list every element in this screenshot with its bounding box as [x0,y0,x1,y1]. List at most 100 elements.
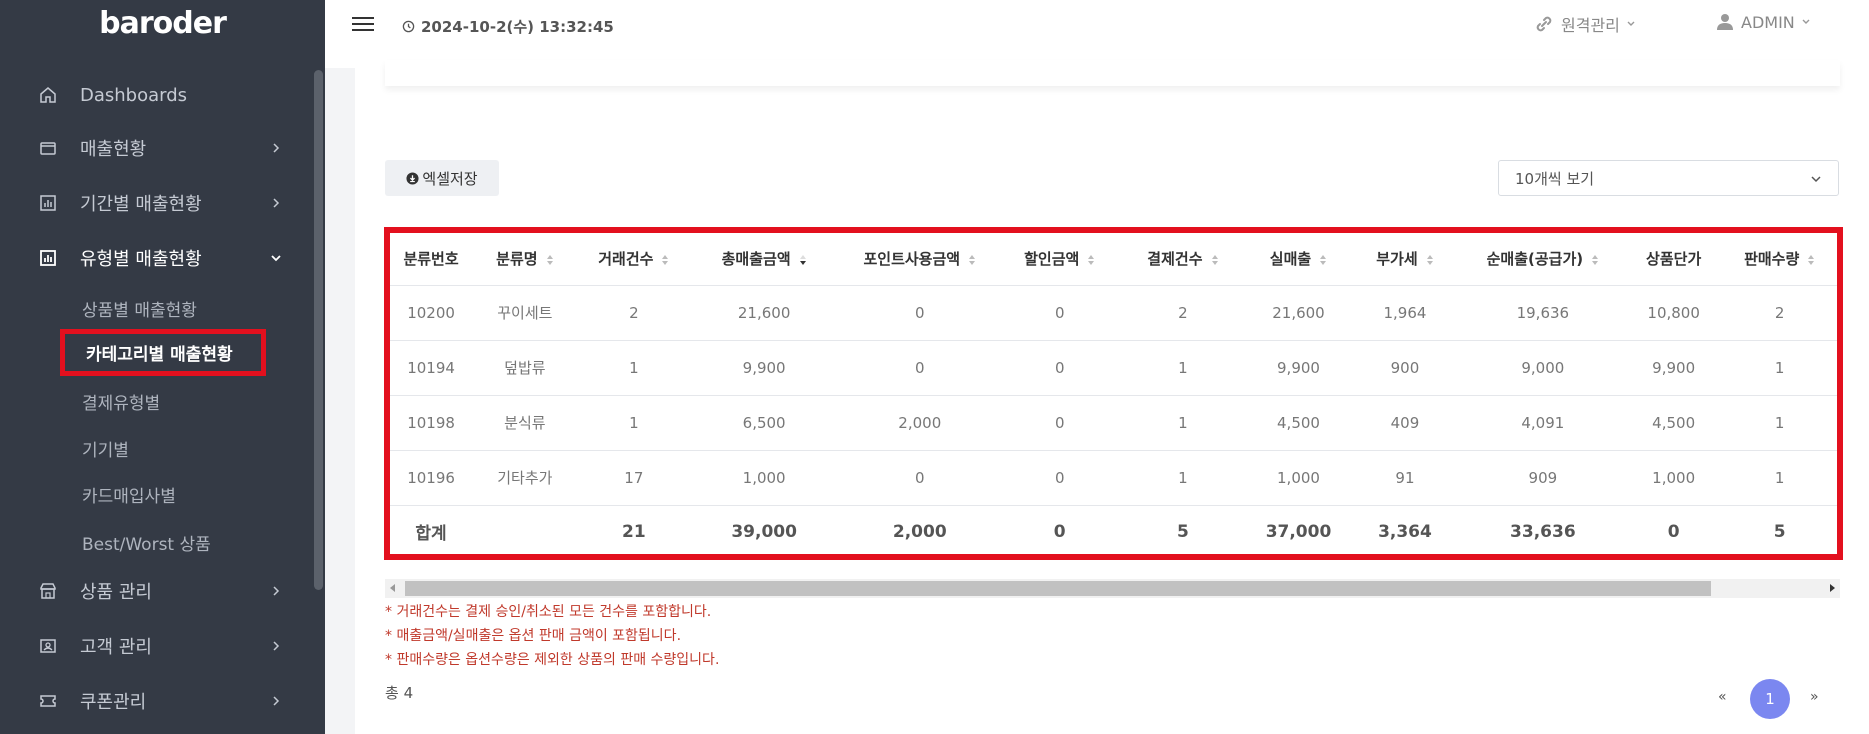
table-horizontal-scrollbar[interactable] [385,579,1840,598]
col-header-net-sales[interactable]: 실매출 [1247,233,1350,286]
sidebar-item-sales[interactable]: 매출현황 [0,128,310,168]
col-header-category-id[interactable]: 분류번호 [390,233,473,286]
scroll-right-icon[interactable] [1830,584,1835,592]
table-cell: 0 [838,340,1002,396]
remote-management-menu[interactable]: 원격관리 [1533,12,1636,36]
table-cell: 409 [1349,395,1461,451]
col-header-payments[interactable]: 결제건수 [1118,233,1248,286]
table-cell: 1 [1118,450,1248,506]
table-cell: 909 [1460,450,1625,506]
col-header-gross-sales[interactable]: 총매출금액 [690,233,839,286]
table-cell: 10200 [390,285,473,341]
sidebar-subitem-best-worst[interactable]: Best/Worst 상품 [82,530,211,555]
table-cell: 2 [577,285,691,341]
chart-square-icon [38,248,58,268]
table-cell: 91 [1349,450,1461,506]
table-cell: 2 [1118,285,1248,341]
table-total-row: 합계 21 39,000 2,000 0 5 37,000 3,364 33,6… [390,505,1837,554]
pager-next-button[interactable]: » [1810,689,1819,705]
col-header-vat[interactable]: 부가세 [1349,233,1461,286]
table-row: 10198 분식류 1 6,500 2,000 0 1 4,500 409 4,… [390,395,1837,451]
table-cell: 1 [1722,395,1837,451]
table-row: 10196 기타추가 17 1,000 0 0 1 1,000 91 909 1… [390,450,1837,506]
chevron-down-icon [1811,176,1821,183]
table-cell: 2,000 [838,395,1002,451]
page-size-select[interactable]: 10개씩 보기 [1498,160,1839,196]
scroll-left-icon[interactable] [390,584,395,592]
total-cell: 21 [622,521,646,542]
table-cell: 기타추가 [472,450,578,506]
sidebar-item-label: 매출현황 [80,139,147,160]
table-cell: 꾸이세트 [472,285,578,341]
table-cell: 9,900 [1624,340,1723,396]
user-icon [1717,14,1733,30]
sidebar-item-coupon-mgmt[interactable]: 쿠폰관리 [0,681,310,721]
table-cell: 0 [1001,450,1119,506]
col-header-discount[interactable]: 할인금액 [1001,233,1119,286]
sidebar-item-dashboards[interactable]: Dashboards [0,75,310,115]
col-header-points-used[interactable]: 포인트사용금액 [838,233,1002,286]
sort-desc-icon [799,254,806,265]
excel-export-label: 엑셀저장 [422,169,478,188]
hamburger-menu-icon[interactable] [352,14,374,36]
table-cell: 4,500 [1247,395,1350,451]
sidebar-subitem-card-acquirer[interactable]: 카드매입사별 [82,482,176,507]
col-header-transactions[interactable]: 거래건수 [577,233,691,286]
sidebar-item-type-sales[interactable]: 유형별 매출현황 [0,238,310,278]
col-header-supply-value[interactable]: 순매출(공급가) [1460,233,1625,286]
table-cell: 17 [577,450,691,506]
table-cell: 9,900 [690,340,839,396]
sidebar-subitem-product-sales[interactable]: 상품별 매출현황 [82,296,197,321]
table-cell: 0 [838,285,1002,341]
sidebar-scrollbar[interactable] [314,70,323,590]
store-icon [38,581,58,601]
table-cell: 1 [577,395,691,451]
table-cell: 1,000 [1247,450,1350,506]
admin-user-menu[interactable]: ADMIN [1715,12,1811,32]
sort-icon [1320,254,1327,265]
sidebar-subitem-category-sales[interactable]: 카테고리별 매출현황 [60,329,266,376]
download-circle-icon [406,171,419,185]
excel-export-button[interactable]: 엑셀저장 [385,160,499,196]
admin-label: ADMIN [1741,12,1795,32]
table-cell: 4,500 [1624,395,1723,451]
sidebar-subitem-payment-type[interactable]: 결제유형별 [82,389,160,414]
table-cell: 2 [1722,285,1837,341]
table-cell: 0 [1001,340,1119,396]
current-datetime: 2024-10-2(수) 13:32:45 [402,16,614,37]
home-icon [38,85,58,105]
link-icon [1536,16,1552,32]
table-cell: 21,600 [1247,285,1350,341]
total-cell: 0 [1053,521,1066,542]
total-cell: 5 [1773,521,1786,542]
table-row: 10194 덮밥류 1 9,900 0 0 1 9,900 900 9,000 … [390,340,1837,396]
page-size-value: 10개씩 보기 [1515,169,1595,188]
table-cell: 1 [577,340,691,396]
sidebar-item-product-mgmt[interactable]: 상품 관리 [0,571,310,611]
table-cell: 0 [838,450,1002,506]
total-cell: 0 [1667,521,1680,542]
sidebar-item-customer-mgmt[interactable]: 고객 관리 [0,626,310,666]
pager-page-button[interactable]: 1 [1750,679,1790,719]
table-cell: 6,500 [690,395,839,451]
table-cell: 1,964 [1349,285,1461,341]
brand-logo[interactable]: baroder [0,6,325,41]
sidebar-subitem-device[interactable]: 기기별 [82,436,129,461]
note-transactions: * 거래건수는 결제 승인/취소된 모든 건수를 포함합니다. [385,604,712,620]
table-cell: 10196 [390,450,473,506]
wallet-icon [38,138,58,158]
chevron-right-icon [273,143,280,153]
col-header-category-name[interactable]: 분류명 [472,233,578,286]
table-cell: 21,600 [690,285,839,341]
scrollbar-thumb[interactable] [405,581,1711,596]
chevron-right-icon [273,198,280,208]
chevron-down-icon [271,255,281,262]
chevron-down-icon [1627,21,1635,26]
col-header-quantity[interactable]: 판매수량 [1722,233,1837,286]
sidebar-item-period-sales[interactable]: 기간별 매출현황 [0,183,310,223]
col-header-unit-price[interactable]: 상품단가 [1624,233,1723,286]
pager-prev-button[interactable]: « [1718,689,1727,705]
total-cell: 33,636 [1510,521,1576,542]
table-cell: 1,000 [690,450,839,506]
table-cell: 4,091 [1460,395,1625,451]
